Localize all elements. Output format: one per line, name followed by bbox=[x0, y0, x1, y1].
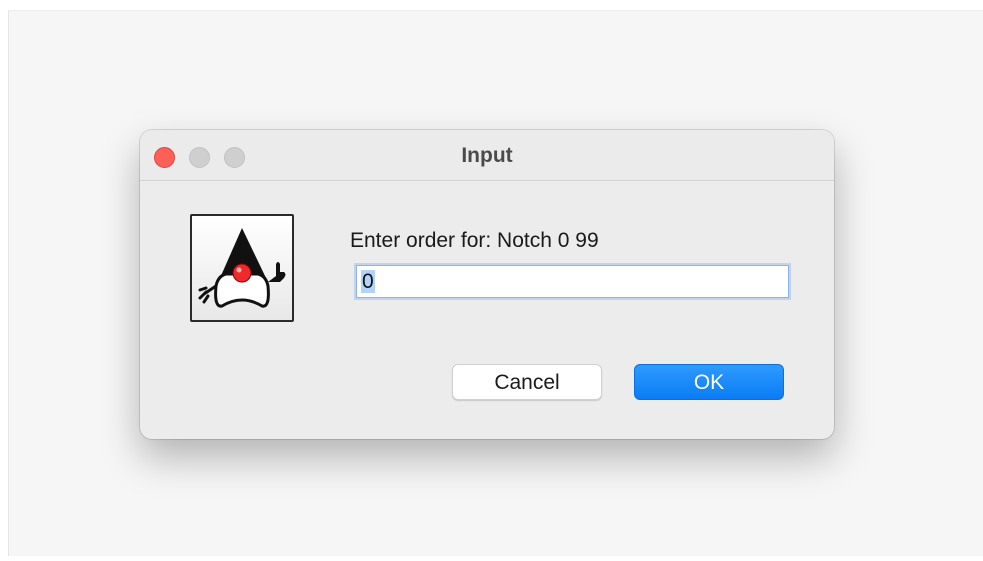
order-input[interactable]: 0 bbox=[356, 265, 789, 298]
cancel-button[interactable]: Cancel bbox=[452, 364, 602, 400]
title-bar: Input bbox=[140, 130, 834, 181]
dialog-title: Input bbox=[461, 144, 513, 167]
java-duke-icon bbox=[190, 214, 294, 322]
input-dialog: Input Enter order for: Notch 0 99 0 Canc… bbox=[140, 130, 834, 439]
input-value[interactable]: 0 bbox=[361, 270, 375, 293]
ok-button[interactable]: OK bbox=[634, 364, 784, 400]
duke-icon-graphic bbox=[198, 228, 286, 308]
prompt-label: Enter order for: Notch 0 99 bbox=[350, 229, 599, 252]
